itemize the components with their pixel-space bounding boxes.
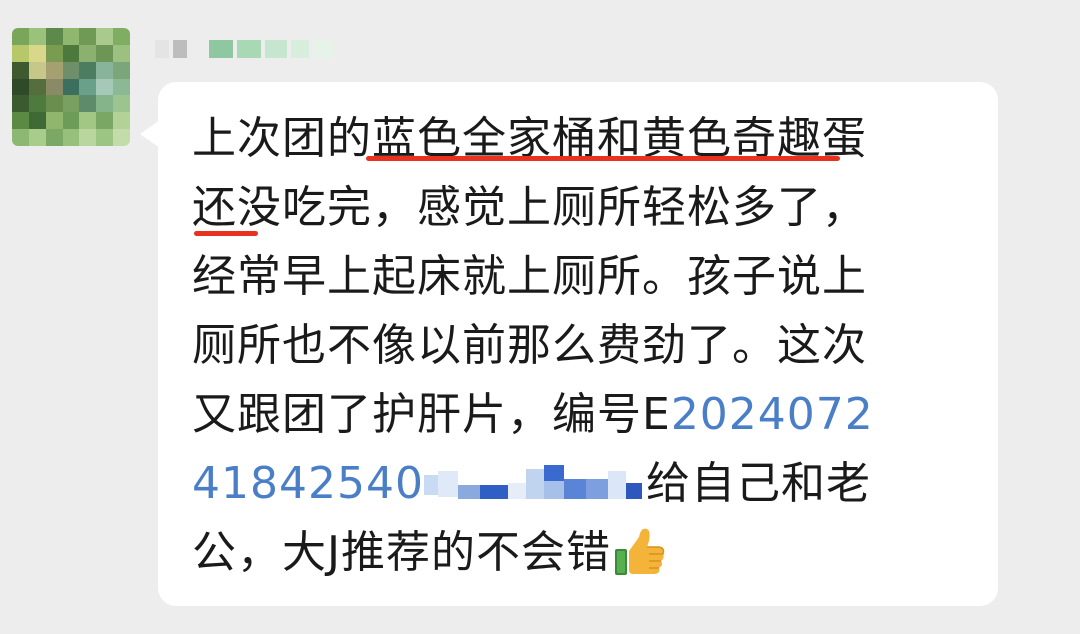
thumbs-up-icon: [614, 528, 665, 575]
chat-window: 上次团的蓝色全家桶和黄色奇趣蛋还没吃完，感觉上厕所轻松多了，经常早上起床就上厕所…: [0, 0, 1080, 634]
redacted-order-digits: [423, 461, 646, 505]
highlight-underline-1: [366, 156, 840, 161]
avatar[interactable]: [12, 28, 130, 146]
order-prefix: E: [642, 389, 671, 440]
bubble-tail: [140, 120, 160, 148]
sender-name-blurred: [155, 40, 333, 58]
highlight-underline-2: [194, 231, 258, 236]
message-text-start: 上次团的: [192, 113, 372, 164]
message-text[interactable]: 上次团的蓝色全家桶和黄色奇趣蛋还没吃完，感觉上厕所轻松多了，经常早上起床就上厕所…: [192, 104, 882, 587]
